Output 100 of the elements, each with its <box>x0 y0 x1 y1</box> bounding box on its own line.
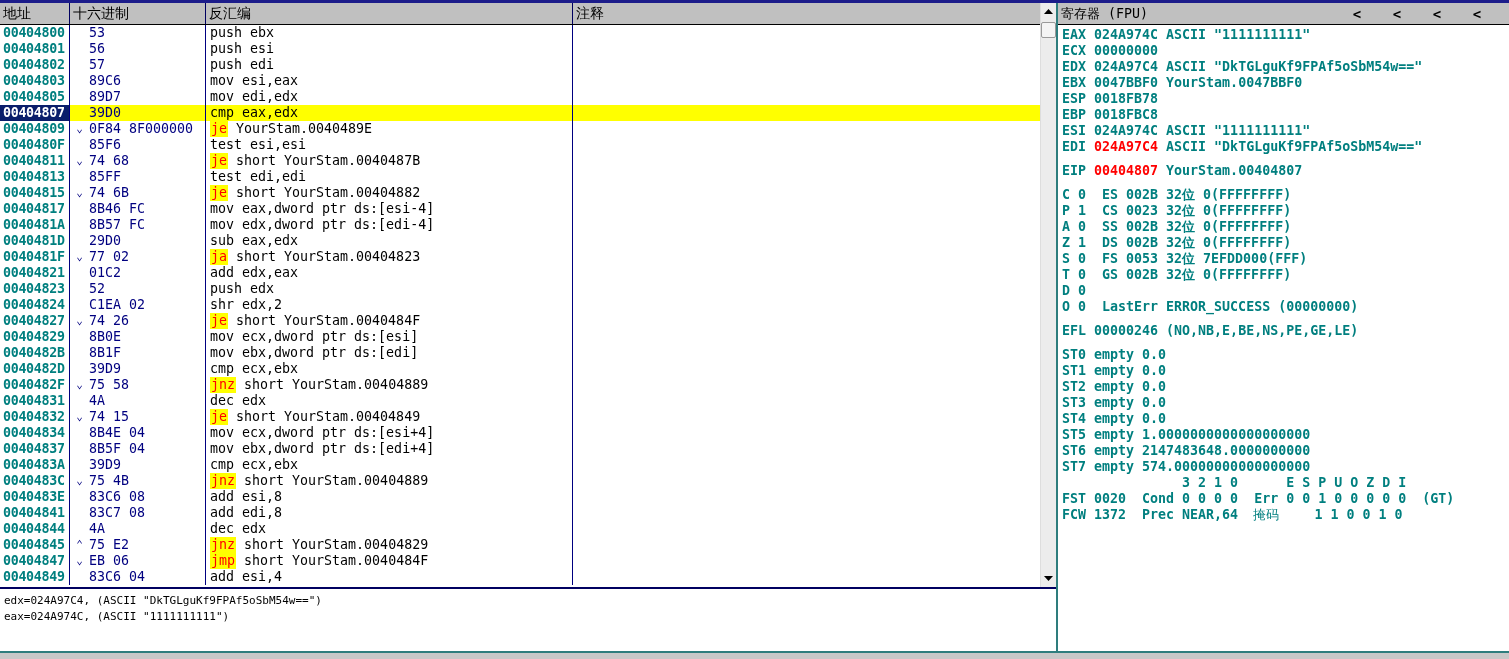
hex-bytes: EB 06 <box>89 553 130 569</box>
flag-name: P <box>1062 203 1070 219</box>
register-note: YourStam.00404807 <box>1166 163 1303 179</box>
register-value[interactable]: 00404807 <box>1094 163 1159 179</box>
address-cell[interactable]: 00404802 <box>0 57 70 73</box>
instruction: dec edx <box>210 393 267 409</box>
register-value[interactable]: 024A97C4 <box>1094 139 1159 155</box>
flag-value[interactable]: 0 <box>1078 187 1087 203</box>
flag-value[interactable]: 0 <box>1078 251 1087 267</box>
register-value[interactable]: 0047BBF0 <box>1094 75 1159 91</box>
address-cell[interactable]: 00404809 <box>0 121 70 137</box>
address-cell[interactable]: 0040482F <box>0 377 70 393</box>
hex-bytes: 83C7 08 <box>89 505 146 521</box>
instruction: push ebx <box>210 25 275 41</box>
jump-mnemonic: jnz <box>210 377 237 393</box>
arrow-button[interactable]: < <box>1417 3 1457 24</box>
register-value[interactable]: 0.0 <box>1142 347 1167 363</box>
register-value[interactable]: 00000000 <box>1094 43 1159 59</box>
register-value[interactable]: 2147483648.0000000000 <box>1142 443 1311 459</box>
scroll-down-icon[interactable] <box>1044 576 1053 581</box>
register-note: ASCII "1111111111" <box>1166 123 1311 139</box>
jump-arrow: ⌄ <box>76 553 83 569</box>
flag-name: T <box>1062 267 1070 283</box>
scroll-up-icon[interactable] <box>1044 9 1053 14</box>
arrow-button[interactable]: < <box>1377 3 1417 24</box>
register-note: YourStam.0047BBF0 <box>1166 75 1303 91</box>
address-cell[interactable]: 00404815 <box>0 185 70 201</box>
address-cell[interactable]: 0040483A <box>0 457 70 473</box>
address-cell[interactable]: 00404811 <box>0 153 70 169</box>
address-cell[interactable]: 0040482D <box>0 361 70 377</box>
address-cell[interactable]: 00404832 <box>0 409 70 425</box>
address-cell[interactable]: 0040483C <box>0 473 70 489</box>
address-cell[interactable]: 0040481F <box>0 249 70 265</box>
register-value[interactable]: 0.0 <box>1142 363 1167 379</box>
address-cell[interactable]: 00404844 <box>0 521 70 537</box>
flag-value[interactable]: 1 <box>1078 235 1087 251</box>
jump-mnemonic: ja <box>210 249 228 265</box>
address-cell[interactable]: 00404807 <box>0 105 70 121</box>
register-value[interactable]: 0018FB78 <box>1094 91 1159 107</box>
hex-bytes: 8B1F <box>89 345 122 361</box>
register-value[interactable]: 024A974C <box>1094 27 1159 43</box>
address-cell[interactable]: 0040481A <box>0 217 70 233</box>
arrow-button[interactable]: < <box>1337 3 1377 24</box>
register-value[interactable]: 574.00000000000000000 <box>1142 459 1311 475</box>
mask-label: 掩码 <box>1252 507 1280 523</box>
register-value[interactable]: 024A974C <box>1094 123 1159 139</box>
flag-value[interactable]: 1 <box>1078 203 1087 219</box>
address-cell[interactable]: 00404841 <box>0 505 70 521</box>
address-cell[interactable]: 00404821 <box>0 265 70 281</box>
address-cell[interactable]: 00404849 <box>0 569 70 585</box>
address-cell[interactable]: 00404827 <box>0 313 70 329</box>
column-header[interactable]: 十六进制 <box>70 3 206 24</box>
hex-bytes: 89C6 <box>89 73 122 89</box>
register-name: ESI <box>1062 123 1087 139</box>
flag-detail: SS 002B 32位 0(FFFFFFFF) <box>1102 219 1292 235</box>
register-value[interactable]: 1.0000000000000000000 <box>1142 427 1311 443</box>
flag-name: C <box>1062 187 1070 203</box>
vertical-scrollbar[interactable] <box>1040 3 1056 587</box>
address-cell[interactable]: 00404831 <box>0 393 70 409</box>
arrow-button[interactable]: < <box>1457 3 1497 24</box>
register-tag: empty <box>1094 395 1135 411</box>
hex-bytes: 8B5F 04 <box>89 441 146 457</box>
address-cell[interactable]: 00404824 <box>0 297 70 313</box>
hex-bytes: 56 <box>89 41 105 57</box>
register-value[interactable]: 00000246 <box>1094 323 1159 339</box>
address-cell[interactable]: 0040482B <box>0 345 70 361</box>
address-cell[interactable]: 0040480F <box>0 137 70 153</box>
address-cell[interactable]: 0040481D <box>0 233 70 249</box>
flag-name: Z <box>1062 235 1070 251</box>
address-cell[interactable]: 00404845 <box>0 537 70 553</box>
flag-value[interactable]: 0 <box>1078 219 1087 235</box>
address-cell[interactable]: 00404847 <box>0 553 70 569</box>
address-cell[interactable]: 00404800 <box>0 25 70 41</box>
register-name: ST7 <box>1062 459 1087 475</box>
register-value[interactable]: 0018FBC8 <box>1094 107 1159 123</box>
column-header[interactable]: 地址 <box>0 3 70 24</box>
address-cell[interactable]: 00404801 <box>0 41 70 57</box>
hex-bytes: 52 <box>89 281 105 297</box>
instruction: push esi <box>210 41 275 57</box>
hex-bytes: 53 <box>89 25 105 41</box>
scroll-thumb[interactable] <box>1041 22 1056 38</box>
address-cell[interactable]: 00404823 <box>0 281 70 297</box>
address-cell[interactable]: 00404829 <box>0 329 70 345</box>
address-cell[interactable]: 0040483E <box>0 489 70 505</box>
address-cell[interactable]: 00404817 <box>0 201 70 217</box>
address-cell[interactable]: 00404813 <box>0 169 70 185</box>
flag-value[interactable]: 0 <box>1078 267 1087 283</box>
register-value[interactable]: 0.0 <box>1142 379 1167 395</box>
register-value[interactable]: 024A97C4 <box>1094 59 1159 75</box>
instruction: add esi,8 <box>210 489 283 505</box>
address-cell[interactable]: 00404834 <box>0 425 70 441</box>
register-value[interactable]: 0.0 <box>1142 395 1167 411</box>
instruction: add edi,8 <box>210 505 283 521</box>
column-header[interactable]: 注释 <box>573 3 1040 24</box>
register-value[interactable]: 0.0 <box>1142 411 1167 427</box>
address-cell[interactable]: 00404803 <box>0 73 70 89</box>
flag-value[interactable]: 0 <box>1078 299 1087 315</box>
flag-value[interactable]: 0 <box>1078 283 1087 299</box>
column-header[interactable]: 反汇编 <box>206 3 573 24</box>
address-cell[interactable]: 00404837 <box>0 441 70 457</box>
